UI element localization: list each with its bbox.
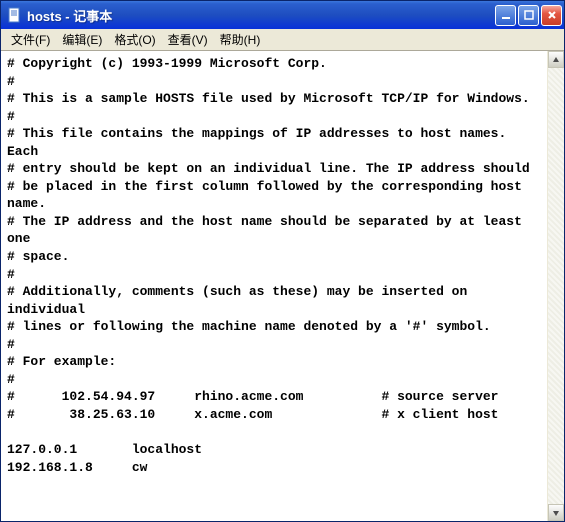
titlebar[interactable]: hosts - 记事本 [1,1,564,29]
window-controls [495,5,562,26]
notepad-window: hosts - 记事本 文件(F) 编辑(E) 格式(O) 查看(V) 帮助(H… [0,0,565,522]
menu-edit[interactable]: 编辑(E) [56,29,108,50]
menu-format[interactable]: 格式(O) [108,29,161,50]
maximize-button[interactable] [518,5,539,26]
text-editor[interactable]: # Copyright (c) 1993-1999 Microsoft Corp… [1,51,547,521]
menubar: 文件(F) 编辑(E) 格式(O) 查看(V) 帮助(H) [1,29,564,51]
vertical-scrollbar[interactable] [547,51,564,521]
menu-help[interactable]: 帮助(H) [214,29,267,50]
minimize-button[interactable] [495,5,516,26]
app-icon [7,7,23,23]
editor-area: # Copyright (c) 1993-1999 Microsoft Corp… [1,51,564,521]
menu-file[interactable]: 文件(F) [5,29,56,50]
scroll-track[interactable] [548,68,564,504]
close-button[interactable] [541,5,562,26]
scroll-up-button[interactable] [548,51,564,68]
window-title: hosts - 记事本 [27,6,495,25]
menu-view[interactable]: 查看(V) [162,29,214,50]
scroll-down-button[interactable] [548,504,564,521]
